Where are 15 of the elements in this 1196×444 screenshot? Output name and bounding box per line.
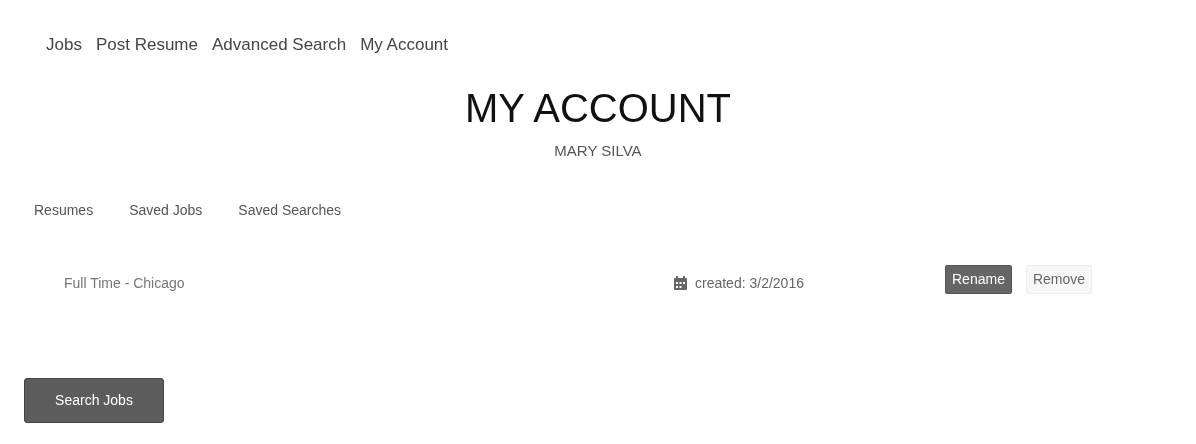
created-date: created: 3/2/2016 <box>695 273 805 293</box>
tab[interactable]: Resumes <box>34 200 94 221</box>
nav-link[interactable]: Post Resume <box>95 32 198 58</box>
nav-link[interactable]: Jobs <box>46 32 82 58</box>
calendar-icon <box>674 276 687 290</box>
tab[interactable]: Saved Jobs <box>129 200 203 221</box>
nav-link[interactable]: My Account <box>360 32 449 58</box>
saved-search-name: Full Time - Chicago <box>64 273 186 293</box>
tab[interactable]: Saved Searches <box>238 200 342 221</box>
nav-link[interactable]: Advanced Search <box>211 32 347 58</box>
search-jobs-button[interactable]: Search Jobs <box>24 378 164 423</box>
page-title: MY ACCOUNT <box>465 87 731 128</box>
user-name: MARY SILVA <box>554 140 642 161</box>
rename-button[interactable]: Rename <box>945 264 1012 294</box>
remove-button[interactable]: Remove <box>1025 264 1093 294</box>
